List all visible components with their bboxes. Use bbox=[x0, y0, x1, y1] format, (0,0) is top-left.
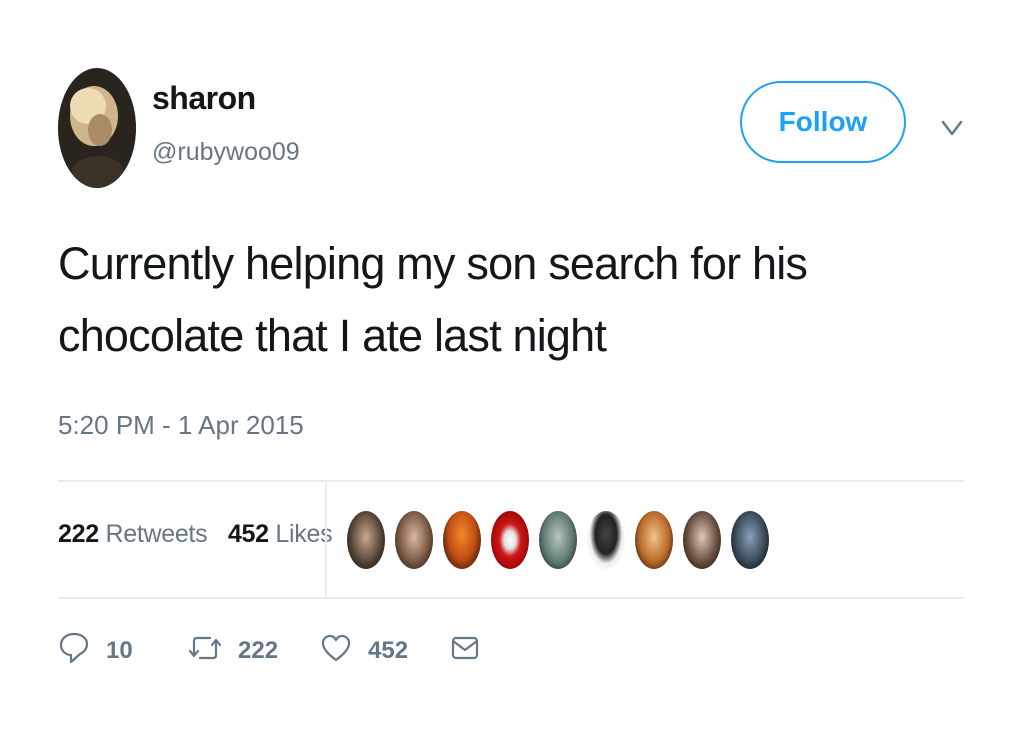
retweets-stat[interactable]: 222 Retweets bbox=[58, 520, 208, 548]
retweets-label: Retweets bbox=[105, 520, 208, 548]
liker-avatar[interactable] bbox=[395, 511, 433, 569]
chevron-down-icon[interactable] bbox=[937, 112, 967, 142]
divider bbox=[58, 480, 964, 482]
liker-avatar[interactable] bbox=[491, 511, 529, 569]
likes-count: 452 bbox=[227, 520, 269, 548]
avatar[interactable] bbox=[58, 68, 136, 188]
heart-icon bbox=[320, 632, 368, 671]
tweet-timestamp[interactable]: 5:20 PM - 1 Apr 2015 bbox=[58, 410, 304, 441]
tweet-text: Currently helping my son search for his … bbox=[58, 228, 958, 372]
liker-avatar[interactable] bbox=[683, 511, 721, 569]
reply-count: 10 bbox=[106, 637, 133, 664]
liker-avatars bbox=[347, 511, 779, 569]
liker-avatar[interactable] bbox=[443, 511, 481, 569]
liker-avatar[interactable] bbox=[587, 511, 625, 569]
tweet-stats: 222 Retweets 452 Likes bbox=[58, 520, 346, 549]
tweet-text-line-2: chocolate that I ate last night bbox=[58, 310, 607, 361]
liker-avatar[interactable] bbox=[347, 511, 385, 569]
liker-avatar[interactable] bbox=[539, 511, 577, 569]
retweets-count: 222 bbox=[58, 520, 99, 548]
divider bbox=[58, 597, 964, 599]
like-button[interactable]: 452 bbox=[320, 628, 408, 674]
like-count: 452 bbox=[368, 637, 409, 664]
reply-icon bbox=[58, 630, 106, 673]
liker-avatar[interactable] bbox=[731, 511, 769, 569]
likes-label: Likes bbox=[275, 520, 333, 548]
tweet-card: sharon @rubywoo09 Follow Currently helpi… bbox=[0, 0, 1024, 750]
user-handle[interactable]: @rubywoo09 bbox=[152, 138, 300, 167]
liker-avatar[interactable] bbox=[635, 511, 673, 569]
retweet-icon bbox=[188, 633, 238, 670]
stats-vertical-divider bbox=[325, 482, 327, 597]
reply-button[interactable]: 10 bbox=[58, 628, 133, 674]
direct-message-button[interactable] bbox=[450, 628, 496, 674]
likes-stat[interactable]: 452 Likes bbox=[227, 520, 333, 548]
retweet-button[interactable]: 222 bbox=[188, 628, 278, 674]
direct-message-icon bbox=[450, 633, 496, 670]
retweet-count: 222 bbox=[238, 637, 279, 664]
tweet-text-line-1: Currently helping my son search for his bbox=[58, 238, 808, 289]
follow-button[interactable]: Follow bbox=[740, 81, 906, 163]
user-name[interactable]: sharon bbox=[152, 80, 256, 117]
